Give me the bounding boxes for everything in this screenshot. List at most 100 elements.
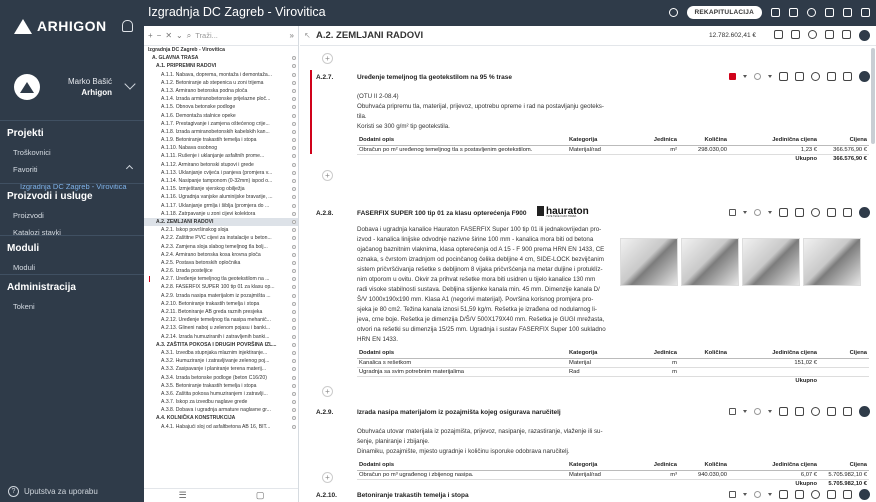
status-circle-icon[interactable] <box>292 64 296 69</box>
tree-item[interactable]: Izgradnja DC Zagreb - Virovitica <box>144 46 298 54</box>
status-circle-icon[interactable] <box>292 318 296 323</box>
tree-item[interactable]: A.2.13. Glineni naboj u zelenom pojasu i… <box>144 324 298 332</box>
caret-down-icon[interactable] <box>768 211 772 214</box>
scrollbar[interactable] <box>871 48 875 144</box>
user-menu[interactable]: Marko Bašić Arhigon <box>8 66 138 110</box>
tree-item[interactable]: A.2.3. Zamjena sloja slabog temeljnog tl… <box>144 243 298 251</box>
tree-item[interactable]: A.1.2. Betoniranje ab stepenica u zoni t… <box>144 79 298 87</box>
status-circle-icon[interactable] <box>292 260 296 265</box>
tree-item[interactable]: A.1.4. Izrada armiranobetonske prijelazn… <box>144 95 298 103</box>
tree-item[interactable]: A.2.5. Postava betonskih opločnika <box>144 259 298 267</box>
status-circle-icon[interactable] <box>292 113 296 118</box>
status-circle-icon[interactable] <box>292 105 296 110</box>
table-row[interactable]: Obračun po m² uređenog temeljnog tla s p… <box>357 145 869 155</box>
tree-item[interactable]: A.2.9. Izrada nasipa materijalom iz poza… <box>144 292 298 300</box>
filter-icon[interactable]: ⌄ <box>176 31 183 40</box>
comment-icon[interactable] <box>825 8 834 17</box>
tree-item[interactable]: A.1.11. Rušenje i uklanjanje asfaltnih p… <box>144 152 298 160</box>
sidebar-item-proizvodi[interactable]: Proizvodi <box>0 207 144 224</box>
edit-icon[interactable] <box>861 8 870 17</box>
tree-item[interactable]: A.1.5. Obnova betonske podloge <box>144 103 298 111</box>
status-circle-icon[interactable] <box>292 179 296 183</box>
edit-icon[interactable] <box>859 207 870 218</box>
link-icon[interactable] <box>808 30 817 39</box>
tree-item[interactable]: A.2.12. Uređenje temeljnog tla nasipa me… <box>144 316 298 324</box>
status-square-icon[interactable] <box>729 491 736 498</box>
tree-item[interactable]: A.1.9. Betoniranje trakastih temelja i s… <box>144 136 298 144</box>
status-circle-icon[interactable] <box>292 293 296 298</box>
product-image[interactable] <box>803 238 861 286</box>
status-circle-icon[interactable] <box>292 219 296 224</box>
status-circle-icon[interactable] <box>754 209 761 216</box>
back-arrow-icon[interactable]: ↖ <box>304 31 311 40</box>
tree-item[interactable]: A.1.3. Armirano betonska podna ploča <box>144 87 298 95</box>
status-circle-icon[interactable] <box>292 244 296 249</box>
status-circle-icon[interactable] <box>292 326 296 331</box>
caret-down-icon[interactable] <box>743 410 747 413</box>
note-icon[interactable] <box>843 8 852 17</box>
add-item-button[interactable]: + <box>322 472 333 483</box>
tree-item[interactable]: A.4. KOLNIČKA KONSTRUKCIJA <box>144 414 298 422</box>
collapse-icon[interactable]: ✕ <box>165 31 172 40</box>
tree-item[interactable]: A.2.4. Armirano betonska kosa krovna plo… <box>144 251 298 259</box>
caret-down-icon[interactable] <box>768 410 772 413</box>
status-circle-icon[interactable] <box>292 195 296 200</box>
image-icon[interactable] <box>795 72 804 81</box>
help-link[interactable]: ? Uputstva za uporabu <box>8 486 98 497</box>
status-circle-icon[interactable] <box>292 359 296 364</box>
tree-item[interactable]: A.1.8. Izrada armiranobetonskih kabelski… <box>144 128 298 136</box>
image-icon[interactable] <box>795 490 804 499</box>
comment-icon[interactable] <box>827 490 836 499</box>
tree-item[interactable]: A.2.1. Iskop površinskog sloja <box>144 226 298 234</box>
tree-item[interactable]: A.1.12. Armirano betonski stupovi i gred… <box>144 161 298 169</box>
status-circle-icon[interactable] <box>292 121 296 126</box>
image-icon[interactable] <box>789 8 798 17</box>
expand-panel-icon[interactable]: » <box>290 31 294 40</box>
tree-item[interactable]: A.3. ZAŠTITA POKOSA I DRUGIH POVRŠINA IZ… <box>144 341 298 349</box>
tree-item[interactable]: A. GLAVNA TRASA <box>144 54 298 62</box>
image-icon[interactable] <box>791 30 800 39</box>
status-circle-icon[interactable] <box>292 416 296 421</box>
status-circle-icon[interactable] <box>292 301 296 306</box>
document-icon[interactable] <box>771 8 780 17</box>
chevron-down-icon[interactable] <box>124 78 136 90</box>
tree-search-input[interactable]: Traži... <box>195 31 285 40</box>
caret-down-icon[interactable] <box>743 493 747 496</box>
tree-item[interactable]: A.1.10. Nabava osobnog <box>144 144 298 152</box>
status-circle-icon[interactable] <box>292 252 296 257</box>
remove-icon[interactable]: − <box>157 31 162 40</box>
sidebar-item-troskovnici[interactable]: Troškovnici <box>0 144 144 161</box>
caret-down-icon[interactable] <box>743 75 747 78</box>
link-icon[interactable] <box>811 407 820 416</box>
tree-item[interactable]: A.1.16. Ugradnja vanjske aluminijske bra… <box>144 193 298 201</box>
tree-item[interactable]: A.3.4. Izrada betonske podloge (beton C1… <box>144 374 298 382</box>
tree-item[interactable]: A.3.8. Dobava i ugradnja armature naglav… <box>144 406 298 414</box>
tree-item[interactable]: A.1.17. Uklanjanje grmlja i šiblja (prom… <box>144 202 298 210</box>
table-row[interactable]: Kanalica s rešetkom Materijal m 151,02 € <box>357 358 869 368</box>
status-circle-icon[interactable] <box>292 72 296 77</box>
status-circle-icon[interactable] <box>292 424 296 429</box>
caret-down-icon[interactable] <box>768 493 772 496</box>
tree-item[interactable]: A.2.8. FASERFIX SUPER 100 tip 01 za klas… <box>144 283 298 291</box>
image-icon[interactable] <box>795 208 804 217</box>
status-circle-icon[interactable] <box>292 285 296 290</box>
tree-item[interactable]: A.4.1. Habajući sloj od asfaltbetona AB … <box>144 423 298 431</box>
status-circle-icon[interactable] <box>754 408 761 415</box>
comment-icon[interactable] <box>827 407 836 416</box>
comment-icon[interactable] <box>827 208 836 217</box>
add-item-button[interactable]: + <box>322 386 333 397</box>
image-icon[interactable] <box>795 407 804 416</box>
link-icon[interactable] <box>811 208 820 217</box>
document-icon[interactable] <box>779 407 788 416</box>
add-item-button[interactable]: + <box>322 53 333 64</box>
note-icon[interactable] <box>843 72 852 81</box>
refresh-icon[interactable] <box>668 8 678 17</box>
note-icon[interactable] <box>843 490 852 499</box>
status-square-icon[interactable] <box>729 209 736 216</box>
tree-item[interactable]: A.1.13. Uklanjanje cvijeća i panjeva (pr… <box>144 169 298 177</box>
status-circle-icon[interactable] <box>292 375 296 380</box>
tree-item[interactable]: A.1.7. Prestagivanje i zamjena oštećenog… <box>144 120 298 128</box>
sidebar-item-tokeni[interactable]: Tokeni <box>0 298 144 315</box>
add-item-button[interactable]: + <box>322 170 333 181</box>
brand-logo[interactable]: ARHIGON <box>14 18 107 34</box>
